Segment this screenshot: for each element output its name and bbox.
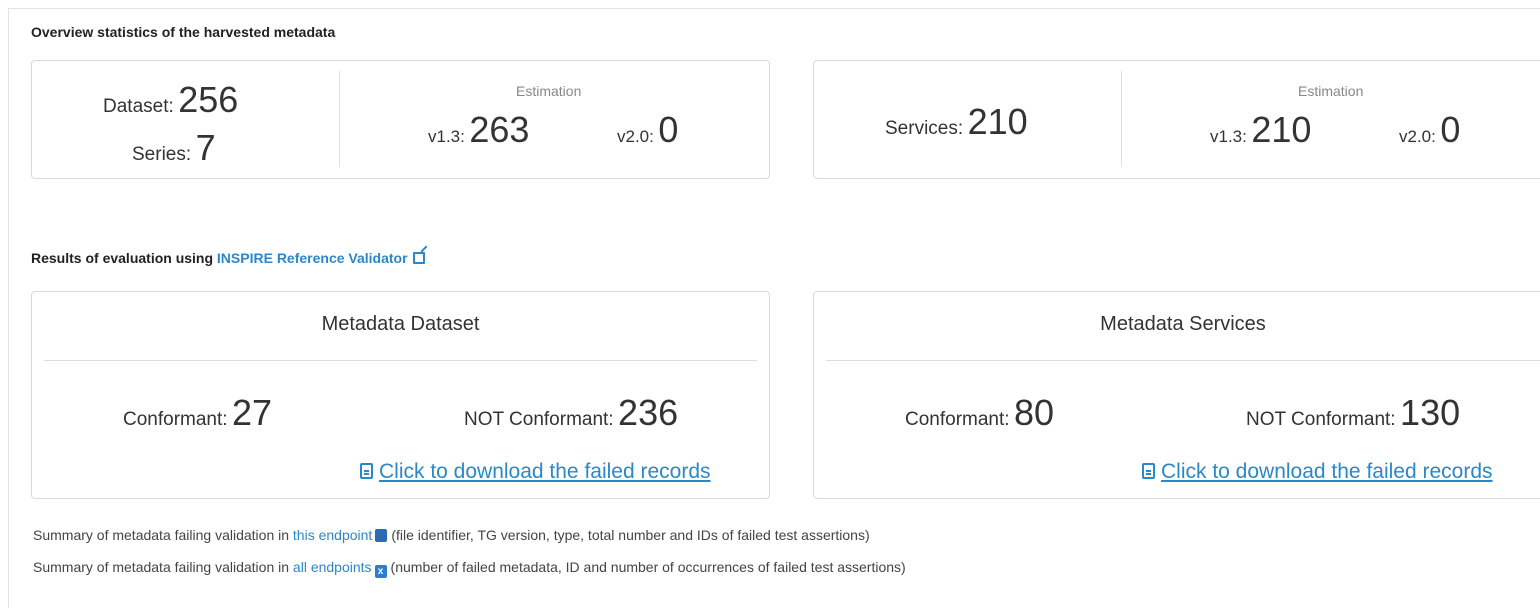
excel-file-icon[interactable]: x xyxy=(374,565,387,578)
file-download-icon xyxy=(360,463,373,479)
summary-line-endpoint: Summary of metadata failing validation i… xyxy=(33,527,870,543)
conformant-value: 80 xyxy=(1014,392,1055,433)
metadata-services-card: Metadata Services Conformant: 80 NOT Con… xyxy=(813,291,1540,499)
services-count: Services: 210 xyxy=(885,101,1028,143)
series-count: Series: 7 xyxy=(132,127,216,169)
card-divider xyxy=(44,360,757,361)
card-heading: Metadata Services xyxy=(1100,313,1266,335)
evaluation-title-prefix: Results of evaluation using xyxy=(31,250,214,266)
download-label: Click to download the failed records xyxy=(379,460,711,483)
v13-estimate: v1.3: 263 xyxy=(428,109,529,151)
card-divider xyxy=(826,360,1540,361)
v20-value: 0 xyxy=(658,109,679,150)
download-label: Click to download the failed records xyxy=(1161,460,1493,483)
divider xyxy=(1121,71,1122,167)
summary-suffix: (number of failed metadata, ID and numbe… xyxy=(390,559,906,575)
v13-value: 263 xyxy=(469,109,530,150)
validator-link-label: INSPIRE Reference Validator xyxy=(216,250,408,266)
divider xyxy=(339,71,340,167)
summary-prefix: Summary of metadata failing validation i… xyxy=(33,527,290,543)
this-endpoint-link[interactable]: this endpoint xyxy=(293,527,372,543)
card-heading: Metadata Dataset xyxy=(321,313,480,335)
external-link-icon xyxy=(412,252,425,264)
v20-value: 0 xyxy=(1440,109,1461,150)
validator-link[interactable]: INSPIRE Reference Validator xyxy=(217,250,425,266)
dataset-overview-card: Dataset: 256 Series: 7 Estimation v1.3: … xyxy=(31,60,770,179)
not-conformant-label: NOT Conformant: xyxy=(1246,409,1396,430)
csv-file-icon[interactable] xyxy=(375,529,388,542)
overview-title: Overview statistics of the harvested met… xyxy=(31,24,336,40)
not-conformant-value: 130 xyxy=(1400,392,1461,433)
download-failed-records-link[interactable]: Click to download the failed records xyxy=(360,460,711,484)
series-value: 7 xyxy=(195,127,216,168)
v13-value: 210 xyxy=(1251,109,1312,150)
v20-label: v2.0: xyxy=(617,127,654,146)
v13-label: v1.3: xyxy=(428,127,465,146)
file-download-icon xyxy=(1142,463,1155,479)
conformant-label: Conformant: xyxy=(905,409,1010,430)
services-overview-card: Services: 210 Estimation v1.3: 210 v2.0:… xyxy=(813,60,1540,179)
evaluation-title: Results of evaluation using INSPIRE Refe… xyxy=(31,250,425,266)
conformant-count: Conformant: 27 xyxy=(123,392,272,434)
v20-label: v2.0: xyxy=(1399,127,1436,146)
metadata-dataset-card: Metadata Dataset Conformant: 27 NOT Conf… xyxy=(31,291,770,499)
v20-estimate: v2.0: 0 xyxy=(1399,109,1460,151)
summary-prefix: Summary of metadata failing validation i… xyxy=(33,559,290,575)
dataset-label: Dataset: xyxy=(103,96,174,117)
v13-estimate: v1.3: 210 xyxy=(1210,109,1311,151)
not-conformant-label: NOT Conformant: xyxy=(464,409,614,430)
estimation-label: Estimation xyxy=(1298,83,1364,99)
estimation-label: Estimation xyxy=(516,83,582,99)
not-conformant-count: NOT Conformant: 130 xyxy=(1246,392,1460,434)
series-label: Series: xyxy=(132,144,192,165)
summary-suffix: (file identifier, TG version, type, tota… xyxy=(391,527,870,543)
services-label: Services: xyxy=(885,118,964,139)
dataset-value: 256 xyxy=(178,79,239,120)
not-conformant-value: 236 xyxy=(618,392,679,433)
summary-line-all: Summary of metadata failing validation i… xyxy=(33,559,906,578)
conformant-label: Conformant: xyxy=(123,409,228,430)
services-value: 210 xyxy=(967,101,1028,142)
all-endpoints-link[interactable]: all endpoints xyxy=(293,559,372,575)
v20-estimate: v2.0: 0 xyxy=(617,109,678,151)
v13-label: v1.3: xyxy=(1210,127,1247,146)
download-failed-records-link[interactable]: Click to download the failed records xyxy=(1142,460,1493,484)
conformant-value: 27 xyxy=(232,392,273,433)
dataset-count: Dataset: 256 xyxy=(103,79,238,121)
not-conformant-count: NOT Conformant: 236 xyxy=(464,392,678,434)
conformant-count: Conformant: 80 xyxy=(905,392,1054,434)
